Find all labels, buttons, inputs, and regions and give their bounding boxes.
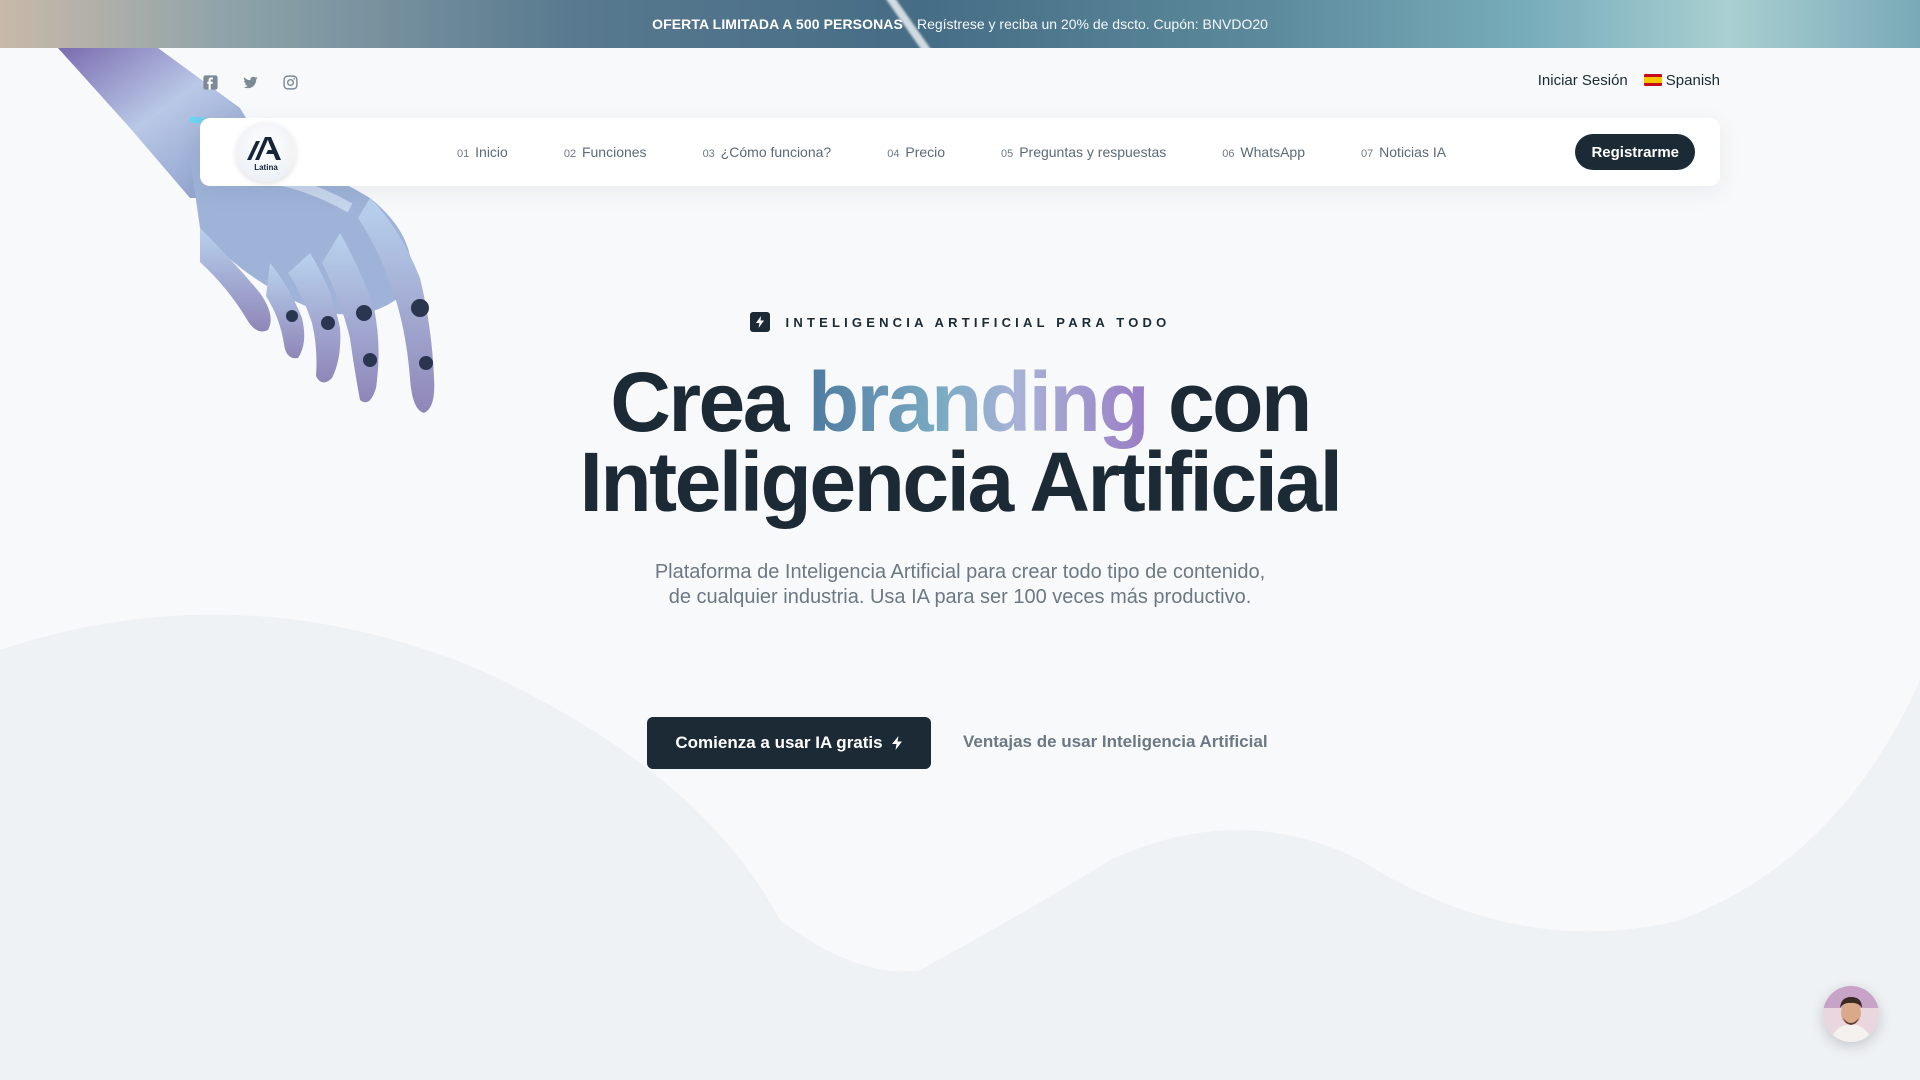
spain-flag-icon [1643,74,1662,86]
nav-item-inicio[interactable]: 01 Inicio [457,144,508,160]
cta-primary-label: Comienza a usar IA gratis [675,733,883,752]
title-line2: Inteligencia Artificial [579,435,1343,529]
nav-links: 01 Inicio 02 Funciones 03 ¿Cómo funciona… [457,118,1502,186]
nav-item-label: WhatsApp [1240,144,1306,160]
promo-highlight: OFERTA LIMITADA A 500 PERSONAS [652,16,903,32]
nav-item-label: Funciones [581,144,647,160]
logo-mark-icon: Latina [247,137,281,172]
instagram-icon[interactable] [280,72,300,92]
site-logo[interactable]: Latina [236,122,296,182]
nav-item-funciones[interactable]: 02 Funciones [564,144,647,160]
facebook-icon[interactable] [200,72,220,92]
wave-background [0,614,1920,1080]
nav-item-whatsapp[interactable]: 06 WhatsApp [1222,144,1305,160]
nav-item-label: ¿Cómo funciona? [720,144,832,160]
start-free-button[interactable]: Comienza a usar IA gratis [647,717,931,769]
nav-item-como-funciona[interactable]: 03 ¿Cómo funciona? [703,144,832,160]
hero-eyebrow: INTELIGENCIA ARTIFICIAL PARA TODO [0,312,1920,332]
nav-item-number: 06 [1222,148,1235,160]
nav-item-number: 03 [702,148,715,160]
promo-text: Regístrese y reciba un 20% de dscto. Cup… [916,16,1268,32]
language-label: Spanish [1665,72,1720,89]
nav-item-noticias[interactable]: 07 Noticias IA [1361,144,1446,160]
social-links [200,72,300,92]
utility-right: Iniciar Sesión Spanish [1538,72,1720,89]
nav-item-preguntas[interactable]: 05 Preguntas y respuestas [1001,144,1166,160]
hero-title: Crea branding con Inteligencia Artificia… [0,360,1920,524]
nav-item-number: 05 [1001,148,1014,160]
nav-item-label: Noticias IA [1379,144,1447,160]
logo-caption: Latina [254,163,278,172]
utility-bar: Iniciar Sesión Spanish [200,70,1720,96]
bolt-icon [891,736,902,750]
login-link[interactable]: Iniciar Sesión [1538,72,1628,89]
language-selector[interactable]: Spanish [1643,72,1720,89]
person-avatar-icon [1823,986,1879,1042]
register-button[interactable]: Registrarme [1575,134,1695,170]
nav-item-label: Inicio [475,144,508,160]
hero-subtitle: Plataforma de Inteligencia Artificial pa… [654,561,1266,608]
nav-item-number: 07 [1361,148,1374,160]
chat-avatar[interactable] [1823,986,1879,1042]
eyebrow-text: INTELIGENCIA ARTIFICIAL PARA TODO [785,314,1171,330]
advantages-link[interactable]: Ventajas de usar Inteligencia Artificial [963,732,1268,752]
bolt-icon [749,312,770,332]
nav-item-number: 04 [887,148,900,160]
nav-item-number: 02 [563,148,577,160]
nav-item-precio[interactable]: 04 Precio [887,144,945,160]
nav-item-number: 01 [457,148,470,160]
nav-item-label: Preguntas y respuestas [1019,144,1167,160]
twitter-icon[interactable] [240,72,260,92]
promo-banner: OFERTA LIMITADA A 500 PERSONAS Regístres… [0,0,1920,48]
nav-item-label: Precio [905,144,946,160]
main-nav: Latina 01 Inicio 02 Funciones 03 ¿Cómo f… [200,118,1720,186]
